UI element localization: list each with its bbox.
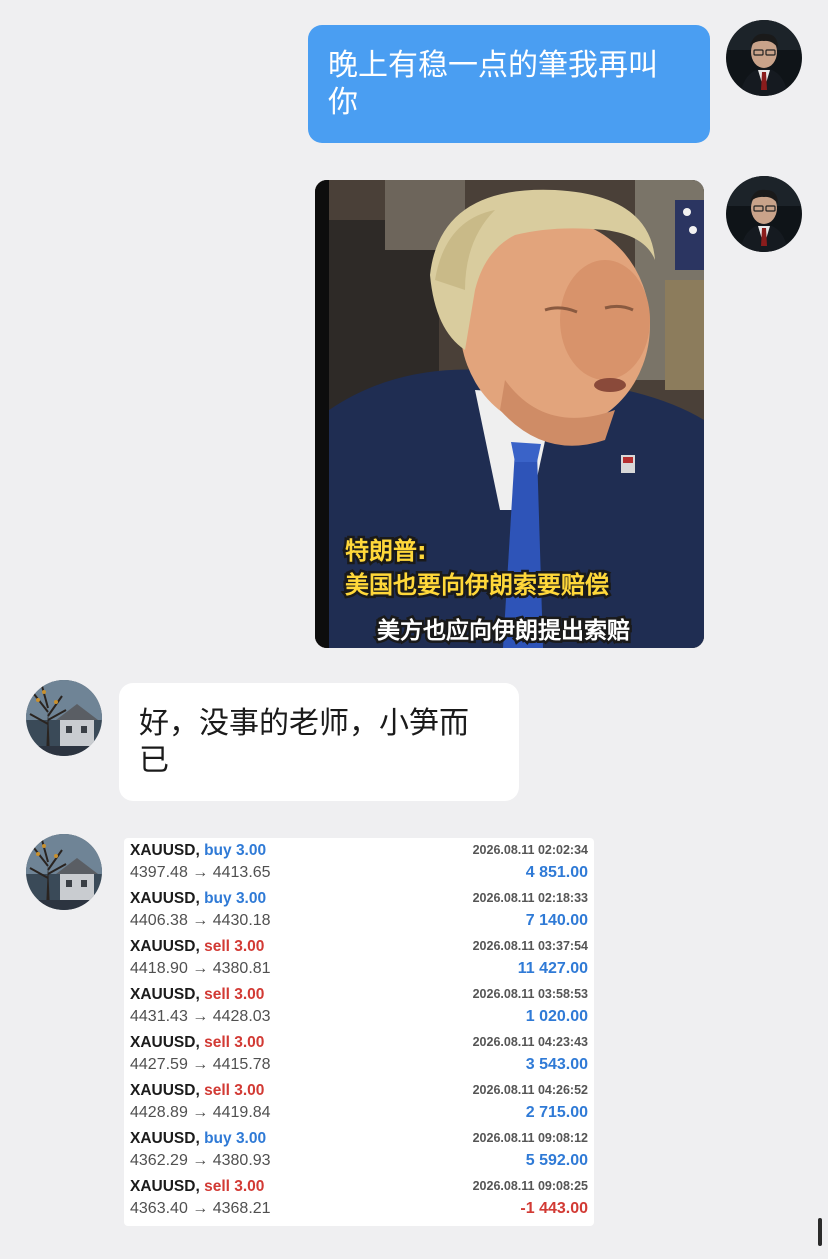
trade-profit: 3 543.00 [525,1056,588,1073]
trade-symbol-label: XAUUSD, [130,890,200,907]
trade-prices: 4431.43 → 4428.03 [130,1008,271,1025]
avatar-portrait-icon [726,176,802,252]
trade-prices: 4406.38 → 4430.18 [130,912,271,929]
trade-history-image[interactable]: XAUUSD, buy 3.00 4397.48 → 4413.65 2026.08… [124,838,594,1226]
trade-time: 2026.08.11 09:08:25 [472,1179,588,1193]
trade-symbol-label: XAUUSD, [130,1082,200,1099]
trade-symbol: XAUUSD, buy 3.00 [130,890,266,908]
trade-time: 2026.08.11 02:02:34 [472,843,588,857]
trade-symbol: XAUUSD, buy 3.00 [130,1130,266,1148]
trade-prices: 4418.90 → 4380.81 [130,960,271,977]
chat-screen: 晚上有稳一点的筆我再叫你 特朗普: 美国也要向伊朗索要赔偿 美方也应向伊朗提出索… [0,0,828,1259]
incoming-message-bubble[interactable]: 好，没事的老师，小笋而已 [119,683,519,801]
trade-time: 2026.08.11 04:26:52 [472,1083,588,1097]
avatar-portrait-icon [726,20,802,96]
trade-direction: sell 3.00 [204,1034,265,1051]
trade-profit: -1 443.00 [520,1200,588,1217]
trade-profit: 7 140.00 [525,912,588,929]
trade-row: XAUUSD, buy 3.00 4406.38 → 4430.18 2026.08… [124,886,594,934]
trade-row: XAUUSD, buy 3.00 4362.29 → 4380.93 2026.08… [124,1126,594,1174]
video-caption-subtitle: 美方也应向伊朗提出索赔 [375,616,633,647]
trade-symbol-label: XAUUSD, [130,986,200,1003]
trade-direction: buy 3.00 [204,1130,267,1147]
sender-avatar[interactable] [726,176,802,252]
trade-row: XAUUSD, buy 3.00 4397.48 → 4413.65 2026.08… [124,838,594,886]
trade-time: 2026.08.11 09:08:12 [472,1131,588,1145]
sender-avatar[interactable] [726,20,802,96]
trade-row: XAUUSD, sell 3.00 4427.59 → 4415.78 2026.0… [124,1030,594,1078]
scrollbar[interactable] [818,1218,822,1246]
trade-profit: 11 427.00 [517,960,588,977]
trade-symbol-label: XAUUSD, [130,938,200,955]
trade-row: XAUUSD, sell 3.00 4431.43 → 4428.03 2026.0… [124,982,594,1030]
trade-symbol: XAUUSD, buy 3.00 [130,842,266,860]
trade-profit: 2 715.00 [525,1104,588,1121]
trade-symbol: XAUUSD, sell 3.00 [130,1178,264,1196]
trade-symbol-label: XAUUSD, [130,842,200,859]
trade-direction: buy 3.00 [204,890,267,907]
trade-profit: 5 592.00 [525,1152,588,1169]
trade-row: XAUUSD, sell 3.00 4428.89 → 4419.84 2026.0… [124,1078,594,1126]
trade-prices: 4363.40 → 4368.21 [130,1200,271,1217]
trade-symbol: XAUUSD, sell 3.00 [130,1034,264,1052]
trade-symbol-label: XAUUSD, [130,1130,200,1147]
avatar-tree-house-icon [26,680,102,756]
trade-direction: sell 3.00 [204,1082,265,1099]
trade-time: 2026.08.11 04:23:43 [472,1035,588,1049]
trade-symbol: XAUUSD, sell 3.00 [130,986,264,1004]
contact-avatar[interactable] [26,680,102,756]
trade-symbol-label: XAUUSD, [130,1178,200,1195]
trade-direction: sell 3.00 [204,938,265,955]
trade-symbol: XAUUSD, sell 3.00 [130,1082,264,1100]
trade-prices: 4362.29 → 4380.93 [130,1152,271,1169]
trade-direction: buy 3.00 [204,842,267,859]
trade-profit: 1 020.00 [525,1008,588,1025]
video-message[interactable]: 特朗普: 美国也要向伊朗索要赔偿 美方也应向伊朗提出索赔 [315,180,704,648]
outgoing-message-bubble[interactable]: 晚上有稳一点的筆我再叫你 [308,25,710,143]
trade-prices: 4427.59 → 4415.78 [130,1056,271,1073]
trade-time: 2026.08.11 03:37:54 [472,939,588,953]
contact-avatar[interactable] [26,834,102,910]
avatar-tree-house-icon [26,834,102,910]
video-caption-speaker: 特朗普: [343,535,430,568]
trade-direction: sell 3.00 [204,986,265,1003]
trade-time: 2026.08.11 03:58:53 [472,987,588,1001]
trade-profit: 4 851.00 [525,864,588,881]
trade-row: XAUUSD, sell 3.00 4418.90 → 4380.81 2026.0… [124,934,594,982]
trade-prices: 4397.48 → 4413.65 [130,864,271,881]
video-caption-quote: 美国也要向伊朗索要赔偿 [343,569,612,602]
trade-direction: sell 3.00 [204,1178,265,1195]
trade-symbol: XAUUSD, sell 3.00 [130,938,264,956]
trade-time: 2026.08.11 02:18:33 [472,891,588,905]
trade-symbol-label: XAUUSD, [130,1034,200,1051]
trade-prices: 4428.89 → 4419.84 [130,1104,271,1121]
trade-row: XAUUSD, sell 3.00 4363.40 → 4368.21 2026.0… [124,1174,594,1222]
